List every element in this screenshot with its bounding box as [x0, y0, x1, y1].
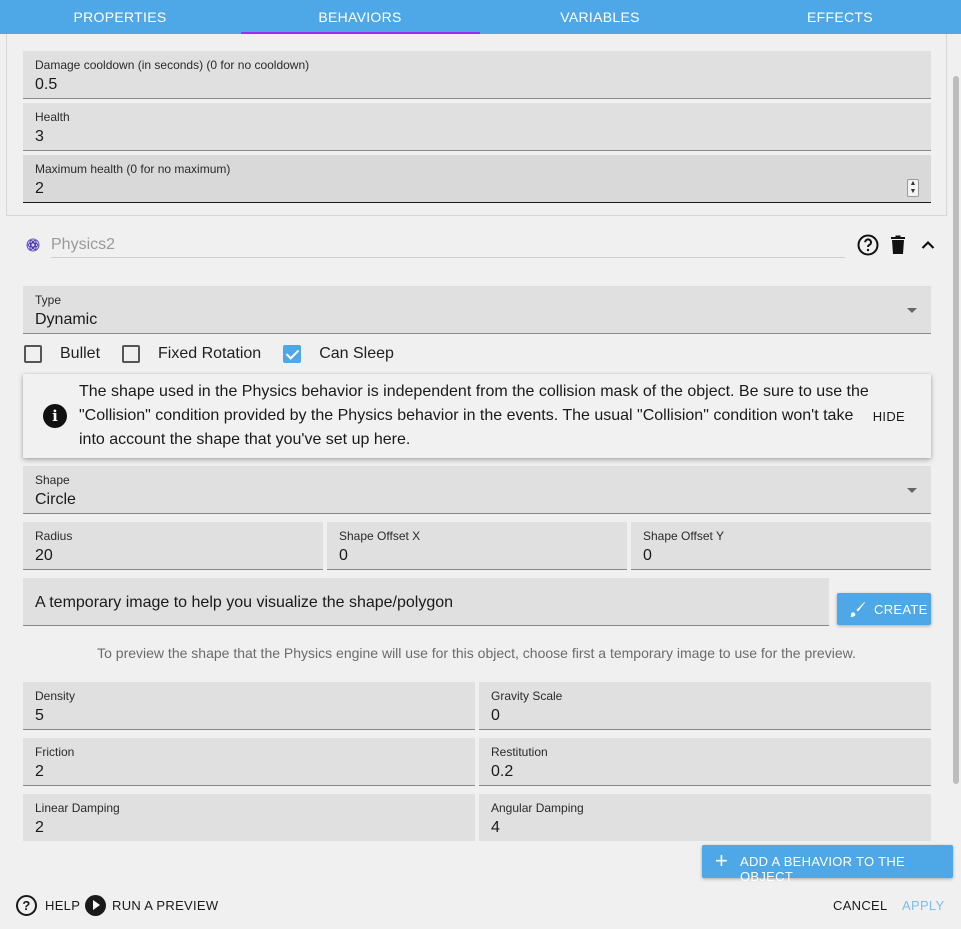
plus-icon: + — [715, 848, 728, 873]
bullet-checkbox[interactable]: Bullet — [24, 345, 100, 363]
radius-value: 20 — [35, 547, 53, 564]
type-value: Dynamic — [35, 311, 98, 328]
add-behavior-label: ADD A BEHAVIOR TO THE OBJECT — [740, 854, 905, 884]
shape-offset-x-value: 0 — [339, 547, 348, 564]
can-sleep-checkbox[interactable]: Can Sleep — [283, 345, 394, 363]
info-text: The shape used in the Physics behavior i… — [79, 383, 869, 448]
shape-offset-y-label: Shape Offset Y — [643, 529, 724, 543]
preview-hint: To preview the shape that the Physics en… — [97, 645, 856, 661]
max-health-value: 2 — [35, 180, 44, 197]
checkbox-box-checked[interactable] — [283, 345, 302, 363]
can-sleep-label: Can Sleep — [319, 345, 394, 362]
shape-offset-y-value: 0 — [643, 547, 652, 564]
gravity-scale-value: 0 — [491, 707, 500, 724]
tab-effects[interactable]: EFFECTS — [720, 0, 960, 34]
fixed-rotation-checkbox[interactable]: Fixed Rotation — [122, 345, 261, 363]
friction-value: 2 — [35, 763, 44, 780]
shape-value: Circle — [35, 491, 76, 508]
run-preview-label: RUN A PREVIEW — [112, 897, 219, 913]
play-circle-icon — [85, 894, 106, 916]
temporary-image-placeholder: A temporary image to help you visualize … — [35, 594, 454, 611]
damage-cooldown-value: 0.5 — [35, 76, 58, 93]
radius-field[interactable]: Radius 20 — [23, 522, 323, 570]
linear-damping-value: 2 — [35, 819, 44, 836]
angular-damping-label: Angular Damping — [491, 801, 584, 815]
add-behavior-button[interactable]: + ADD A BEHAVIOR TO THE OBJECT — [702, 845, 953, 884]
cancel-label: CANCEL — [833, 897, 888, 913]
number-spinner[interactable]: ▲ ▼ — [907, 179, 919, 197]
temporary-image-field[interactable]: A temporary image to help you visualize … — [23, 578, 829, 626]
tab-behaviors[interactable]: BEHAVIORS — [240, 0, 480, 34]
apply-button[interactable]: APPLY — [902, 893, 944, 917]
health-field[interactable]: Health 3 — [23, 103, 931, 151]
radius-label: Radius — [35, 529, 73, 543]
friction-field[interactable]: Friction 2 — [23, 738, 475, 786]
shape-label: Shape — [35, 473, 70, 487]
shape-info-alert: i The shape used in the Physics behavior… — [23, 374, 931, 458]
type-label: Type — [35, 293, 62, 307]
cancel-button[interactable]: CANCEL — [833, 893, 888, 917]
restitution-value: 0.2 — [491, 763, 514, 780]
angular-damping-field[interactable]: Angular Damping 4 — [479, 794, 931, 841]
create-label: CREATE — [874, 602, 928, 617]
hide-button[interactable]: HIDE — [873, 409, 905, 424]
max-health-field[interactable]: Maximum health (0 for no maximum) 2 ▲ ▼ — [23, 155, 931, 203]
help-button[interactable]: ? HELP — [16, 893, 80, 917]
tab-bar: PROPERTIES BEHAVIORS VARIABLES EFFECTS — [0, 0, 961, 34]
help-circle-icon: ? — [16, 894, 37, 916]
checkbox-box[interactable] — [24, 345, 42, 363]
bullet-label: Bullet — [60, 345, 101, 362]
help-label: HELP — [45, 897, 81, 913]
friction-label: Friction — [35, 745, 75, 759]
apply-label: APPLY — [902, 897, 945, 913]
help-circle-icon[interactable] — [856, 233, 880, 257]
scrollbar-thumb[interactable] — [953, 76, 959, 784]
shape-offset-x-label: Shape Offset X — [339, 529, 421, 543]
brush-icon — [850, 602, 865, 617]
health-value: 3 — [35, 128, 44, 145]
damage-cooldown-label: Damage cooldown (in seconds) (0 for no c… — [35, 58, 310, 72]
angular-damping-value: 4 — [491, 819, 500, 836]
physics-checkboxes: Bullet Fixed Rotation Can Sleep — [24, 343, 414, 365]
linear-damping-label: Linear Damping — [35, 801, 120, 815]
shape-offset-x-field[interactable]: Shape Offset X 0 — [327, 522, 627, 570]
run-preview-button[interactable]: RUN A PREVIEW — [85, 893, 218, 917]
physics-behavior-header: Physics2 — [22, 233, 942, 259]
shape-offset-y-field[interactable]: Shape Offset Y 0 — [631, 522, 931, 570]
info-icon: i — [43, 404, 67, 428]
max-health-label: Maximum health (0 for no maximum) — [35, 162, 231, 176]
density-value: 5 — [35, 707, 44, 724]
trash-icon[interactable] — [886, 233, 910, 257]
gravity-scale-field[interactable]: Gravity Scale 0 — [479, 682, 931, 730]
tab-properties[interactable]: PROPERTIES — [0, 0, 240, 34]
restitution-label: Restitution — [491, 745, 548, 759]
chevron-down-icon — [907, 488, 917, 493]
tab-variables[interactable]: VARIABLES — [480, 0, 720, 34]
health-label: Health — [35, 110, 70, 124]
restitution-field[interactable]: Restitution 0.2 — [479, 738, 931, 786]
behaviors-list[interactable]: Damage cooldown (in seconds) (0 for no c… — [0, 34, 961, 841]
damage-cooldown-field[interactable]: Damage cooldown (in seconds) (0 for no c… — [23, 51, 931, 99]
density-field[interactable]: Density 5 — [23, 682, 475, 730]
linear-damping-field[interactable]: Linear Damping 2 — [23, 794, 475, 841]
gravity-scale-label: Gravity Scale — [491, 689, 563, 703]
type-select[interactable]: Type Dynamic — [23, 286, 931, 334]
create-button[interactable]: CREATE — [837, 593, 931, 625]
density-label: Density — [35, 689, 76, 703]
chevron-down-icon — [907, 308, 917, 313]
behavior-name-input[interactable]: Physics2 — [51, 236, 845, 258]
chevron-up-icon[interactable] — [916, 233, 940, 257]
fixed-rotation-label: Fixed Rotation — [158, 345, 262, 362]
checkbox-box[interactable] — [122, 345, 141, 363]
physics-behavior-icon — [26, 238, 40, 252]
shape-select[interactable]: Shape Circle — [23, 466, 931, 514]
